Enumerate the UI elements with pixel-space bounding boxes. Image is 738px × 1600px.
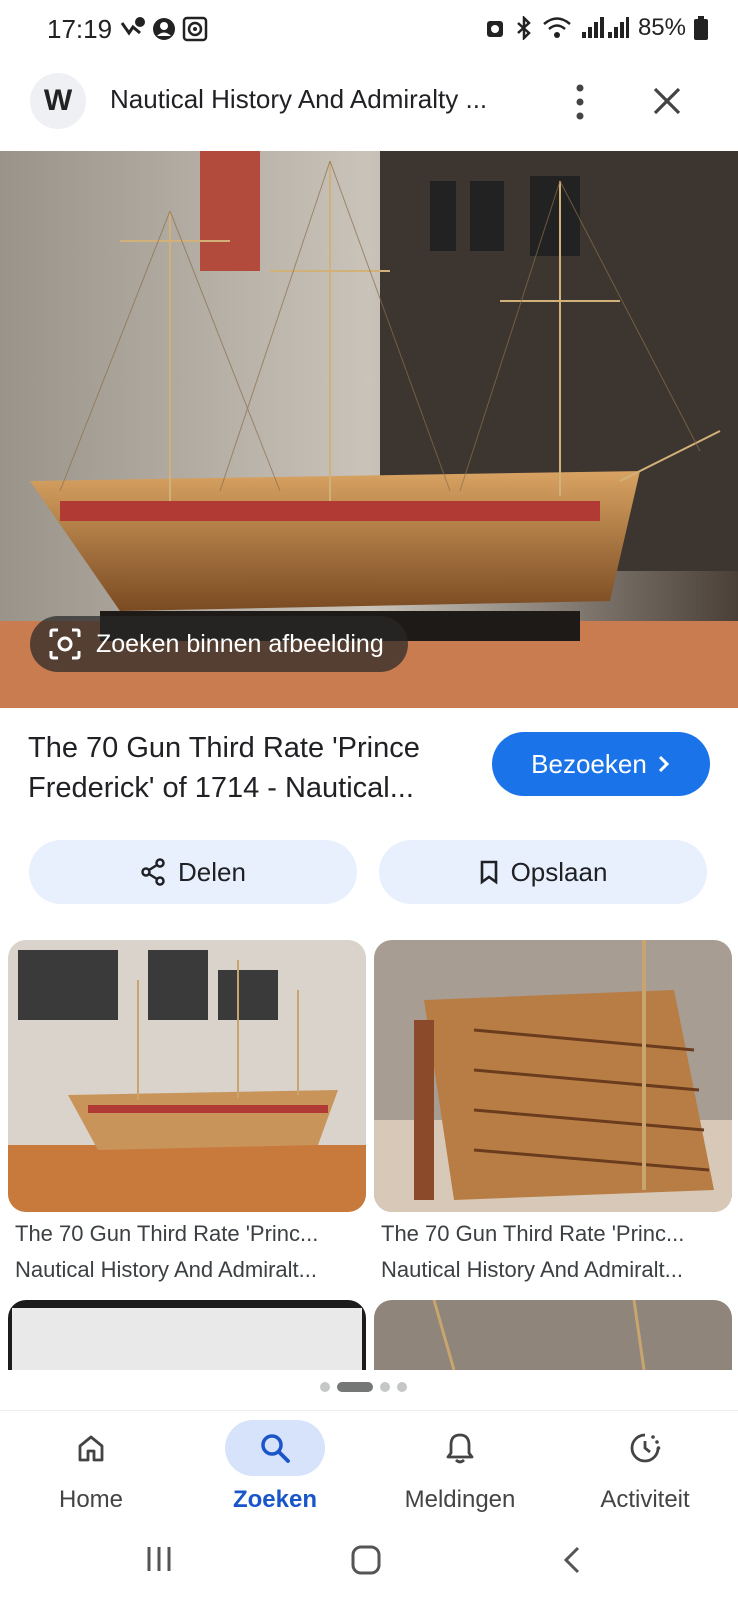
more-options-button[interactable] bbox=[568, 82, 592, 122]
nav-search[interactable]: Zoeken bbox=[190, 1420, 360, 1514]
nav-search-icon-wrap bbox=[225, 1420, 325, 1476]
related-photo-4 bbox=[374, 1300, 732, 1370]
page-dot-active bbox=[337, 1382, 373, 1392]
related-image-4[interactable] bbox=[374, 1300, 732, 1370]
nav-activity-label: Activiteit bbox=[600, 1486, 690, 1513]
battery-icon bbox=[694, 16, 708, 40]
nav-notifications-label: Meldingen bbox=[404, 1486, 516, 1513]
recent-apps-icon[interactable] bbox=[144, 1544, 174, 1574]
page-dot bbox=[320, 1382, 330, 1392]
page-indicator bbox=[320, 1382, 407, 1392]
home-button-icon[interactable] bbox=[350, 1544, 382, 1576]
related-image-3[interactable] bbox=[8, 1300, 366, 1370]
related-image-2[interactable] bbox=[374, 940, 732, 1212]
status-time: 17:19 bbox=[47, 14, 113, 44]
home-icon bbox=[78, 1435, 104, 1462]
close-button[interactable] bbox=[650, 84, 684, 118]
nav-notifications-icon-wrap bbox=[410, 1420, 510, 1476]
more-vert-icon bbox=[576, 84, 584, 120]
share-icon bbox=[141, 858, 165, 886]
share-button[interactable]: Delen bbox=[29, 840, 357, 904]
account-icon bbox=[153, 18, 175, 40]
site-logo[interactable]: W bbox=[30, 73, 86, 129]
related-title-2: The 70 Gun Third Rate 'Princ... bbox=[381, 1221, 685, 1246]
bookmark-icon bbox=[480, 860, 497, 885]
lens-label: Zoeken binnen afbeelding bbox=[96, 629, 384, 658]
alarm-icon bbox=[486, 21, 503, 37]
visit-label: Bezoeken bbox=[531, 748, 647, 779]
result-title-line2: Frederick' of 1714 - Nautical... bbox=[28, 772, 414, 804]
wifi-icon bbox=[543, 17, 571, 38]
bell-icon bbox=[446, 1433, 474, 1464]
page-dot bbox=[380, 1382, 390, 1392]
share-label: Delen bbox=[178, 856, 246, 887]
status-icons-left bbox=[120, 16, 208, 42]
lens-icon bbox=[49, 628, 81, 660]
system-navigation-bar bbox=[0, 1530, 738, 1600]
missed-call-icon bbox=[120, 17, 145, 36]
related-source-1: Nautical History And Admiralt... bbox=[15, 1257, 318, 1282]
close-icon bbox=[653, 87, 681, 115]
related-photo-3 bbox=[8, 1300, 366, 1370]
bluetooth-icon bbox=[517, 16, 531, 40]
related-source-2: Nautical History And Admiralt... bbox=[381, 1257, 684, 1282]
nav-home[interactable]: Home bbox=[6, 1420, 176, 1514]
search-icon bbox=[261, 1434, 290, 1463]
nav-home-icon-wrap bbox=[41, 1420, 141, 1476]
nav-search-label: Zoeken bbox=[232, 1486, 318, 1513]
save-label: Opslaan bbox=[510, 856, 608, 887]
status-icons-right: 85% bbox=[484, 14, 708, 42]
signal-icon bbox=[581, 17, 629, 38]
result-title-line1: The 70 Gun Third Rate 'Prince bbox=[28, 732, 420, 764]
battery-percent: 85% bbox=[637, 14, 686, 41]
nav-activity-icon-wrap bbox=[595, 1420, 695, 1476]
site-logo-letter: W bbox=[43, 84, 73, 117]
nav-activity[interactable]: Activiteit bbox=[560, 1420, 730, 1514]
save-button[interactable]: Opslaan bbox=[379, 840, 707, 904]
page-dot bbox=[397, 1382, 407, 1392]
nav-home-label: Home bbox=[58, 1486, 124, 1513]
search-in-image-button[interactable]: Zoeken binnen afbeelding bbox=[30, 616, 408, 672]
target-icon bbox=[182, 16, 208, 42]
related-title-1: The 70 Gun Third Rate 'Princ... bbox=[15, 1221, 319, 1246]
activity-icon bbox=[630, 1433, 661, 1463]
back-icon[interactable] bbox=[560, 1544, 584, 1576]
related-image-1[interactable] bbox=[8, 940, 366, 1212]
related-caption-1[interactable]: The 70 Gun Third Rate 'Princ... Nautical… bbox=[15, 1216, 365, 1288]
nav-notifications[interactable]: Meldingen bbox=[375, 1420, 545, 1514]
related-photo-1 bbox=[8, 940, 366, 1212]
status-bar: 17:19 85% bbox=[0, 0, 738, 60]
related-photo-2 bbox=[374, 940, 732, 1212]
visit-button[interactable]: Bezoeken bbox=[492, 732, 710, 796]
chevron-right-icon bbox=[658, 755, 669, 773]
related-caption-2[interactable]: The 70 Gun Third Rate 'Princ... Nautical… bbox=[381, 1216, 731, 1288]
result-title[interactable]: The 70 Gun Third Rate 'Prince Frederick'… bbox=[28, 728, 468, 808]
site-title[interactable]: Nautical History And Admiralty ... bbox=[110, 84, 530, 115]
